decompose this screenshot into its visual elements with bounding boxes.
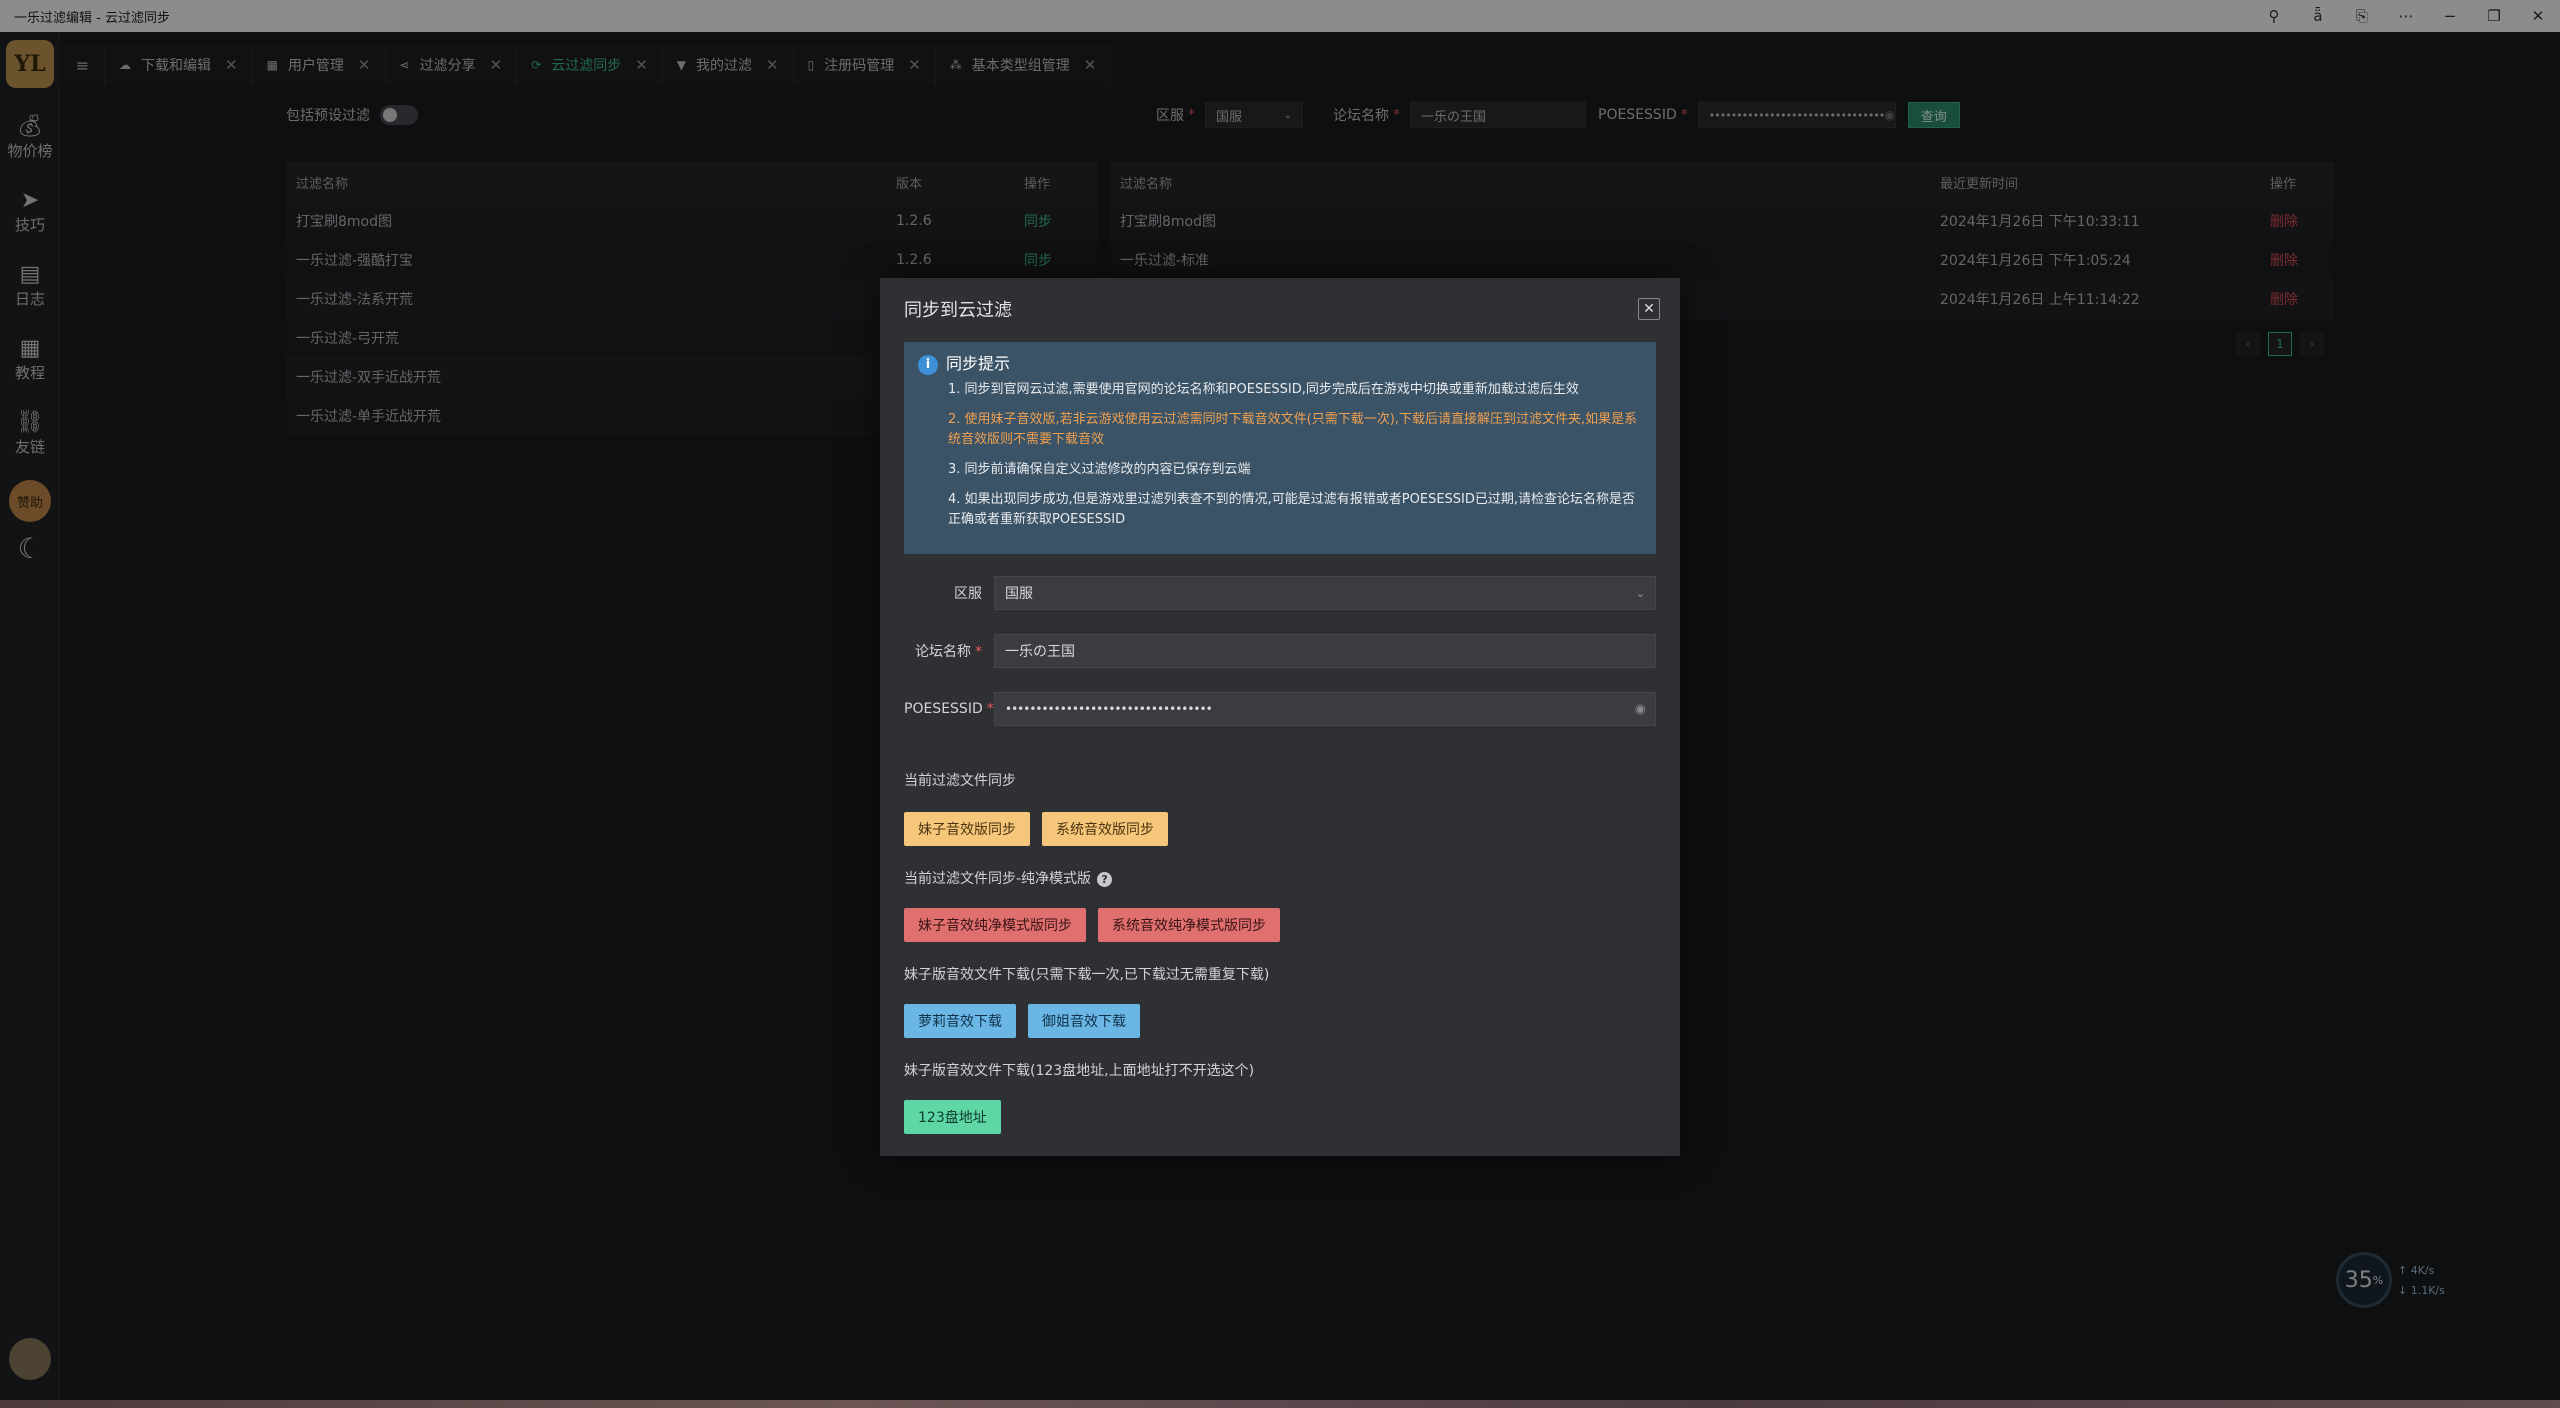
pan123-buttons: 123盘地址 [904, 1100, 1001, 1134]
sync-dialog: 同步到云过滤 ✕ i 同步提示 1. 同步到官网云过滤,需要使用官网的论坛名称和… [880, 278, 1680, 1156]
section-123-download: 妹子版音效文件下载(123盘地址,上面地址打不开选这个) [904, 1063, 1255, 1079]
region-label: 区服 [954, 586, 982, 602]
forum-input[interactable]: 一乐の王国 [994, 634, 1656, 668]
dialog-title: 同步到云过滤 [904, 300, 1012, 321]
sync-buttons: 妹子音效版同步 系统音效版同步 [904, 812, 1168, 846]
sessid-value: •••••••••••••••••••••••••••••••••• [1005, 702, 1213, 716]
section-pure-sync: 当前过滤文件同步-纯净模式版? [904, 868, 1113, 888]
forum-field: 论坛名称 * 一乐の王国 [904, 634, 1656, 668]
tips-title: 同步提示 [946, 354, 1011, 373]
forum-label: 论坛名称 * [915, 644, 982, 660]
girl-sound-sync-button[interactable]: 妹子音效版同步 [904, 812, 1030, 846]
section-pure-label: 当前过滤文件同步-纯净模式版 [904, 871, 1092, 887]
eye-off-icon[interactable]: ◉ [1635, 702, 1646, 717]
system-sound-pure-sync-button[interactable]: 系统音效纯净模式版同步 [1098, 908, 1280, 942]
sessid-label-text: POESESSID [904, 701, 983, 717]
sessid-field: POESESSID * •••••••••••••••••••••••••••••… [904, 692, 1656, 726]
forum-label-text: 论坛名称 [915, 644, 971, 660]
sound-download-buttons: 萝莉音效下载 御姐音效下载 [904, 1004, 1140, 1038]
region-value: 国服 [1005, 586, 1033, 602]
tip-2: 2. 使用妹子音效版,若非云游戏使用云过滤需同时下载音效文件(只需下载一次),下… [948, 412, 1638, 447]
system-sound-sync-button[interactable]: 系统音效版同步 [1042, 812, 1168, 846]
sessid-input[interactable]: •••••••••••••••••••••••••••••••••• ◉ [994, 692, 1656, 726]
girl-sound-pure-sync-button[interactable]: 妹子音效纯净模式版同步 [904, 908, 1086, 942]
close-icon[interactable]: ✕ [1638, 298, 1660, 320]
region-field: 区服 国服 ⌄ [904, 576, 1656, 610]
info-icon: i [918, 355, 938, 375]
section-sound-download: 妹子版音效文件下载(只需下载一次,已下载过无需重复下载) [904, 967, 1270, 983]
tip-1: 1. 同步到官网云过滤,需要使用官网的论坛名称和POESESSID,同步完成后在… [948, 382, 1579, 397]
sync-tips: i 同步提示 1. 同步到官网云过滤,需要使用官网的论坛名称和POESESSID… [904, 342, 1656, 554]
loli-sound-download-button[interactable]: 萝莉音效下载 [904, 1004, 1016, 1038]
pure-sync-buttons: 妹子音效纯净模式版同步 系统音效纯净模式版同步 [904, 908, 1280, 942]
tip-3: 3. 同步前请确保自定义过滤修改的内容已保存到云端 [948, 462, 1251, 477]
sessid-label: POESESSID * [904, 701, 994, 717]
help-icon[interactable]: ? [1097, 871, 1113, 887]
section-sync: 当前过滤文件同步 [904, 773, 1016, 789]
pan123-link-button[interactable]: 123盘地址 [904, 1100, 1001, 1134]
region-select[interactable]: 国服 ⌄ [994, 576, 1656, 610]
sister-sound-download-button[interactable]: 御姐音效下载 [1028, 1004, 1140, 1038]
tip-4: 4. 如果出现同步成功,但是游戏里过滤列表查不到的情况,可能是过滤有报错或者PO… [948, 492, 1636, 527]
chevron-down-icon: ⌄ [1635, 586, 1645, 600]
